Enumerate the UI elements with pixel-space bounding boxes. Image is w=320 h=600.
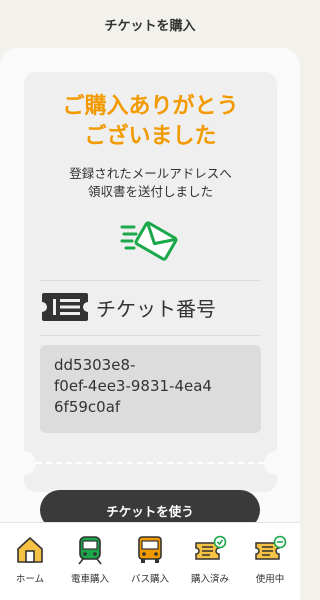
ticket-icon xyxy=(42,293,88,321)
subtitle-line: 登録されたメールアドレスへ xyxy=(69,166,232,181)
home-icon xyxy=(17,537,43,563)
mail-sent-icon xyxy=(120,221,178,261)
page-title: チケットを購入 xyxy=(104,18,196,34)
ticket-number-label: チケット番号 xyxy=(96,296,216,321)
ticket-check-icon xyxy=(195,535,227,560)
tab-train[interactable]: 電車購入 xyxy=(60,535,120,585)
tab-bus[interactable]: バス購入 xyxy=(120,535,180,585)
ticket-code-line: 6f59c0af xyxy=(54,398,121,416)
ticket-notch-left xyxy=(12,451,36,475)
tab-label: ホーム xyxy=(15,574,45,585)
bottom-tab-bar: ホーム 電車購入 バス購入 購入済み 使用中 xyxy=(0,522,300,600)
tab-label: バス購入 xyxy=(130,574,169,585)
tab-in-use[interactable]: 使用中 xyxy=(240,535,300,585)
ticket-number-heading: チケット番号 xyxy=(40,287,216,327)
use-ticket-label: チケットを使う xyxy=(106,503,194,519)
ticket-minus-icon xyxy=(255,535,287,560)
ticket-code-line: f0ef-4ee3-9831-4ea4 xyxy=(54,377,212,395)
divider xyxy=(40,335,261,336)
thank-you-title: ご購入ありがとう ございました xyxy=(24,92,277,152)
receipt-sent-message: 登録されたメールアドレスへ 領収書を送付しました xyxy=(24,165,277,201)
title-line: ございました xyxy=(84,124,217,149)
receipt-card: ご購入ありがとう ございました 登録されたメールアドレスへ 領収書を送付しました xyxy=(24,72,277,492)
tab-label: 使用中 xyxy=(255,574,285,585)
perforation-line xyxy=(36,462,264,464)
page-header: チケットを購入 xyxy=(0,0,300,48)
content-sheet: ご購入ありがとう ございました 登録されたメールアドレスへ 領収書を送付しました xyxy=(0,48,300,528)
ticket-code-box: dd5303e8- f0ef-4ee3-9831-4ea4 6f59c0af xyxy=(40,345,261,433)
ticket-notch-right xyxy=(264,451,288,475)
subtitle-line: 領収書を送付しました xyxy=(87,184,213,199)
tab-purchased[interactable]: 購入済み xyxy=(180,535,240,585)
tab-home[interactable]: ホーム xyxy=(0,535,60,585)
tab-label: 電車購入 xyxy=(70,574,109,585)
divider xyxy=(40,280,261,281)
tab-label: 購入済み xyxy=(190,574,229,585)
ticket-code-line: dd5303e8- xyxy=(54,356,136,374)
title-line: ご購入ありがとう xyxy=(62,94,239,119)
train-icon xyxy=(78,536,102,565)
bus-icon xyxy=(138,536,162,563)
